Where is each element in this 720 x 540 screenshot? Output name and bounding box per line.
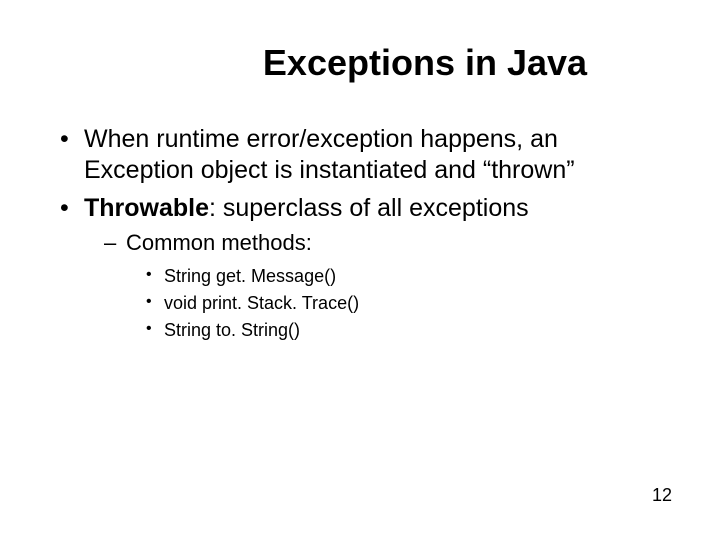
slide-title: Exceptions in Java: [48, 42, 672, 84]
sub-bullet-common-methods: Common methods: String get. Message() vo…: [126, 228, 672, 345]
bullet-list-level2: Common methods: String get. Message() vo…: [84, 228, 672, 345]
bullet-item-1: When runtime error/exception happens, an…: [84, 124, 672, 187]
bullet-list-level1: When runtime error/exception happens, an…: [48, 124, 672, 344]
sub-bullet-label: Common methods:: [126, 230, 312, 255]
method-item-1: String get. Message(): [164, 263, 672, 290]
bullet-item-2-bold: Throwable: [84, 194, 209, 222]
page-number: 12: [652, 485, 672, 506]
method-item-2: void print. Stack. Trace(): [164, 290, 672, 317]
bullet-item-2: Throwable: superclass of all exceptions …: [84, 193, 672, 345]
method-item-3: String to. String(): [164, 317, 672, 344]
slide: Exceptions in Java When runtime error/ex…: [0, 0, 720, 540]
bullet-list-level3: String get. Message() void print. Stack.…: [126, 263, 672, 344]
bullet-item-2-rest: : superclass of all exceptions: [209, 194, 529, 222]
